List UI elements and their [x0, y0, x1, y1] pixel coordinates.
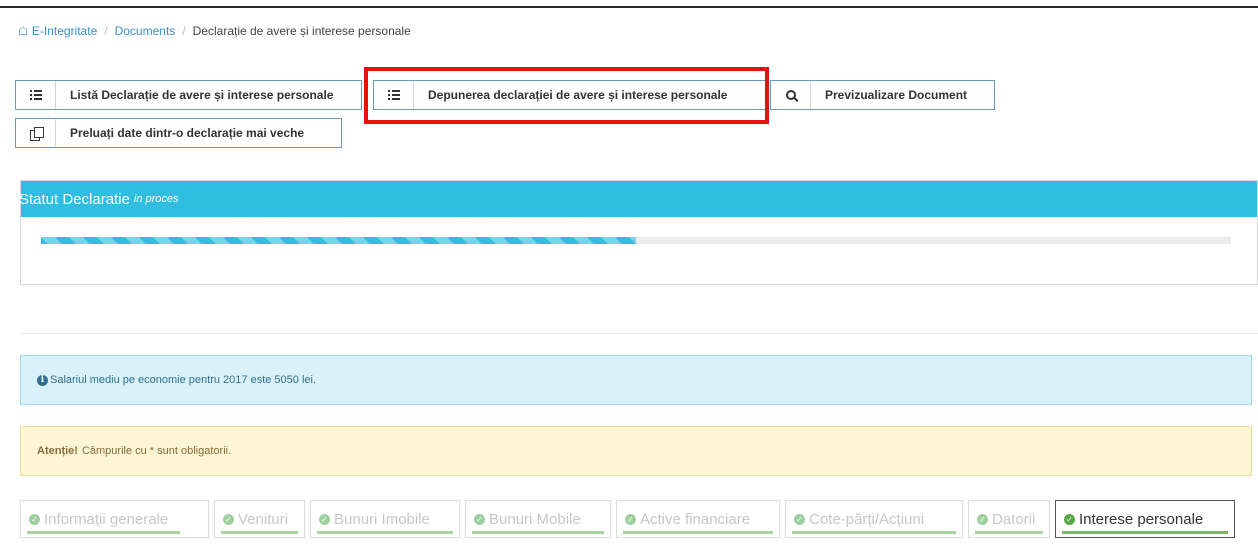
progress-bar [41, 237, 1231, 244]
preview-document-label: Previzualizare Document [825, 88, 968, 102]
check-circle-icon: ✓ [223, 513, 234, 525]
warning-alert-text: Câmpurile cu * sunt obligatorii. [81, 445, 232, 457]
tab-interese-personale[interactable]: ✓ Interese personale [1055, 500, 1235, 538]
search-icon [771, 81, 811, 109]
import-old-declaration-button[interactable]: Preluați date dintr-o declarație mai vec… [15, 118, 342, 148]
check-circle-icon: ✓ [625, 513, 636, 525]
check-circle-icon: ✓ [1064, 513, 1075, 525]
info-alert: i Salariul mediu pe economie pentru 2017… [20, 355, 1252, 405]
tab-progress-bar [221, 531, 298, 534]
tab-label: Bunuri Imobile [334, 510, 430, 528]
breadcrumb-documents-link[interactable]: Documents [115, 24, 176, 38]
tab-progress-bar [1062, 531, 1228, 534]
breadcrumb-current: Declarație de avere și interese personal… [192, 24, 411, 38]
status-panel-header: Statut Declaratie in proces [19, 181, 1257, 217]
status-title: Statut Declaratie [19, 190, 130, 208]
progress-fill [41, 237, 636, 244]
list-declarations-button[interactable]: Listă Declarație de avere și interese pe… [15, 80, 362, 110]
check-circle-icon: ✓ [319, 513, 330, 525]
warning-alert: Atenție! Câmpurile cu * sunt obligatorii… [20, 426, 1252, 476]
breadcrumb-separator: / [182, 24, 186, 38]
tab-datorii[interactable]: ✓ Datorii [968, 500, 1050, 538]
top-border [0, 6, 1258, 8]
tab-venituri[interactable]: ✓ Venituri [214, 500, 305, 538]
section-divider [20, 333, 1258, 334]
tab-progress-bar [792, 531, 956, 534]
list-icon [16, 81, 56, 109]
tab-label: Informații generale [44, 510, 169, 528]
warning-alert-title: Atenție! [37, 445, 78, 457]
tab-progress-bar [975, 531, 1043, 534]
tab-label: Bunuri Mobile [489, 510, 581, 528]
tab-active-financiare[interactable]: ✓ Active financiare [616, 500, 780, 538]
breadcrumb-home-link[interactable]: E-Integritate [32, 24, 97, 38]
tab-cote-parti-actiuni[interactable]: ✓ Cote-părți/Acțiuni [785, 500, 963, 538]
tab-bunuri-imobile[interactable]: ✓ Bunuri Imobile [310, 500, 460, 538]
info-alert-text: Salariul mediu pe economie pentru 2017 e… [50, 374, 317, 386]
breadcrumb-separator: / [104, 24, 108, 38]
preview-document-button[interactable]: Previzualizare Document [770, 80, 995, 110]
tab-progress-bar [27, 531, 180, 534]
home-icon: ☖ [18, 25, 28, 38]
tab-informatii-generale[interactable]: ✓ Informații generale [20, 500, 209, 538]
import-old-declaration-label: Preluați date dintr-o declarație mai vec… [70, 126, 305, 140]
tab-bunuri-mobile[interactable]: ✓ Bunuri Mobile [465, 500, 611, 538]
tab-label: Venituri [238, 510, 289, 528]
status-panel: Statut Declaratie in proces [19, 180, 1258, 285]
tab-label: Datorii [992, 510, 1036, 528]
tab-progress-bar [623, 531, 773, 534]
breadcrumb: ☖ E-Integritate / Documents / Declarație… [18, 24, 411, 38]
list-declarations-label: Listă Declarație de avere și interese pe… [70, 88, 334, 102]
copy-icon [16, 119, 56, 147]
check-circle-icon: ✓ [977, 513, 988, 525]
tab-label: Active financiare [640, 510, 751, 528]
check-circle-icon: ✓ [29, 513, 40, 525]
highlight-box [364, 67, 769, 124]
check-circle-icon: ✓ [794, 513, 805, 525]
info-icon: i [37, 374, 48, 386]
tab-label: Interese personale [1079, 510, 1204, 528]
form-steps-tabs: ✓ Informații generale ✓ Venituri ✓ Bunur… [20, 500, 1235, 538]
status-state: in proces [133, 193, 179, 205]
tab-progress-bar [472, 531, 604, 534]
tab-progress-bar [317, 531, 453, 534]
tab-label: Cote-părți/Acțiuni [809, 510, 925, 528]
check-circle-icon: ✓ [474, 513, 485, 525]
